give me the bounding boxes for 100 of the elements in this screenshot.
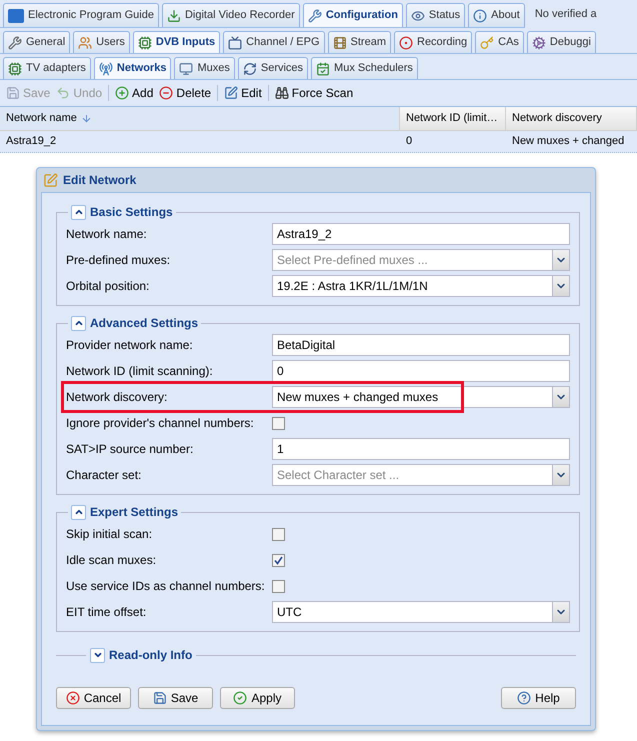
tab[interactable]: Debuggi: [526, 31, 596, 53]
tab[interactable]: Users: [73, 31, 130, 53]
field-label: Pre-defined muxes:: [66, 252, 172, 269]
monitor-icon: [179, 62, 194, 76]
checkbox[interactable]: [272, 554, 285, 566]
field-label: EIT time offset:: [66, 604, 148, 621]
toolbar-button[interactable]: Force Scan: [274, 84, 354, 102]
dropdown-field[interactable]: 19.2E : Astra 1KR/1L/1M/1N: [272, 275, 570, 297]
checkbox[interactable]: [272, 528, 285, 540]
collapse-toggle[interactable]: [71, 504, 86, 520]
tab[interactable]: Stream: [328, 31, 391, 53]
chevron-up-icon: [74, 507, 84, 517]
delete-icon: [159, 86, 174, 100]
tab[interactable]: Electronic Program Guide: [3, 3, 159, 27]
toolbar-button[interactable]: Delete: [159, 84, 212, 102]
dialog-title: Edit Network: [63, 172, 136, 189]
chevron-up-icon: [74, 318, 84, 328]
field-label: Orbital position:: [66, 278, 150, 295]
film-icon: [332, 36, 347, 50]
collapse-toggle[interactable]: [71, 316, 86, 330]
edit-icon: [43, 172, 58, 188]
wrench-icon: [308, 8, 322, 22]
cancel-icon: [66, 691, 80, 705]
help-icon: [517, 691, 532, 705]
field-label: Idle scan muxes:: [66, 552, 158, 569]
chevron-up-icon: [74, 207, 84, 217]
field-label: Provider network name:: [66, 337, 194, 354]
toolbar-button[interactable]: Add: [115, 84, 154, 102]
field-label: Network name:: [66, 226, 148, 243]
edit-icon: [224, 86, 238, 100]
checkbox[interactable]: [272, 416, 285, 430]
binoculars-icon: [274, 86, 289, 100]
table-cell-text: Astra19_2: [5, 134, 58, 150]
tab[interactable]: About: [468, 3, 525, 27]
field-label: Network discovery:: [66, 389, 168, 406]
tab[interactable]: Configuration: [302, 3, 403, 27]
field-label: Network ID (limit scanning):: [66, 363, 214, 380]
field-label: SAT>IP source number:: [66, 441, 194, 458]
text-field[interactable]: Astra19_2: [272, 223, 570, 245]
table-cell-text: 0: [405, 134, 414, 150]
toolbar-button[interactable]: Edit: [224, 84, 262, 102]
text-field[interactable]: 1: [272, 438, 570, 460]
antenna-icon: [98, 62, 113, 76]
column-header[interactable]: Network ID (limit…: [400, 107, 506, 130]
tab[interactable]: General: [3, 31, 70, 53]
key-icon: [480, 36, 494, 50]
collapse-toggle[interactable]: [71, 204, 86, 220]
tab[interactable]: Services: [238, 57, 308, 79]
check-icon: [233, 691, 248, 705]
group-title: Expert Settings: [90, 504, 178, 521]
undo-icon: [56, 86, 70, 100]
tab[interactable]: Digital Video Recorder: [162, 3, 300, 27]
check-icon: [274, 556, 283, 564]
table-cell-text: New muxes + changed: [511, 134, 626, 150]
info-icon: [473, 8, 488, 22]
calendar-icon: [316, 62, 330, 76]
tab[interactable]: Mux Schedulers: [311, 57, 418, 79]
field-label: Character set:: [66, 467, 142, 484]
checkbox[interactable]: [272, 580, 285, 592]
tab[interactable]: TV adapters: [3, 57, 91, 79]
text-field[interactable]: 0: [272, 360, 570, 382]
dialog-button[interactable]: Apply: [220, 687, 295, 709]
tab[interactable]: CAs: [475, 31, 524, 53]
field-label: Skip initial scan:: [66, 526, 154, 543]
floppy-icon: [152, 691, 167, 705]
tools-icon: [8, 36, 22, 50]
dialog-button[interactable]: Save: [138, 687, 213, 709]
users-icon: [78, 36, 92, 50]
tab[interactable]: Networks: [94, 57, 172, 79]
chevron-down-icon: [92, 650, 102, 660]
table-row[interactable]: Astra19_2 0 New muxes + changed: [0, 131, 637, 153]
eye-icon: [410, 8, 425, 22]
refresh-icon: [242, 62, 257, 76]
tab[interactable]: Muxes: [174, 57, 235, 79]
group-title: Advanced Settings: [90, 315, 198, 332]
tab[interactable]: Status: [406, 3, 466, 27]
download-icon: [166, 8, 181, 22]
expand-toggle[interactable]: [90, 648, 105, 662]
tv-icon: [228, 36, 242, 50]
sort-arrow-icon: [80, 113, 92, 124]
dropdown-field[interactable]: Select Pre-defined muxes ...: [272, 249, 570, 271]
dropdown-field[interactable]: New muxes + changed muxes: [272, 386, 570, 408]
tab[interactable]: Recording: [394, 31, 472, 53]
column-header[interactable]: Network name: [0, 107, 400, 130]
group-title: Read-only Info: [109, 647, 192, 664]
field-label: Ignore provider's channel numbers:: [66, 415, 255, 432]
text-field[interactable]: BetaDigital: [272, 334, 570, 356]
column-header[interactable]: Network discovery: [506, 107, 637, 130]
field-label: Use service IDs as channel numbers:: [66, 578, 266, 595]
tab[interactable]: DVB Inputs: [132, 31, 220, 53]
chip-icon: [138, 36, 152, 50]
dialog-button[interactable]: Cancel: [56, 687, 131, 709]
record-icon: [399, 36, 413, 50]
tab[interactable]: Channel / EPG: [223, 31, 325, 53]
floppy-icon: [6, 86, 20, 100]
dropdown-field[interactable]: UTC: [272, 601, 570, 623]
status-text: No verified a: [534, 6, 597, 22]
dropdown-field[interactable]: Select Character set ...: [272, 464, 570, 486]
dialog-button[interactable]: Help: [501, 687, 576, 709]
group-title: Basic Settings: [90, 204, 173, 221]
